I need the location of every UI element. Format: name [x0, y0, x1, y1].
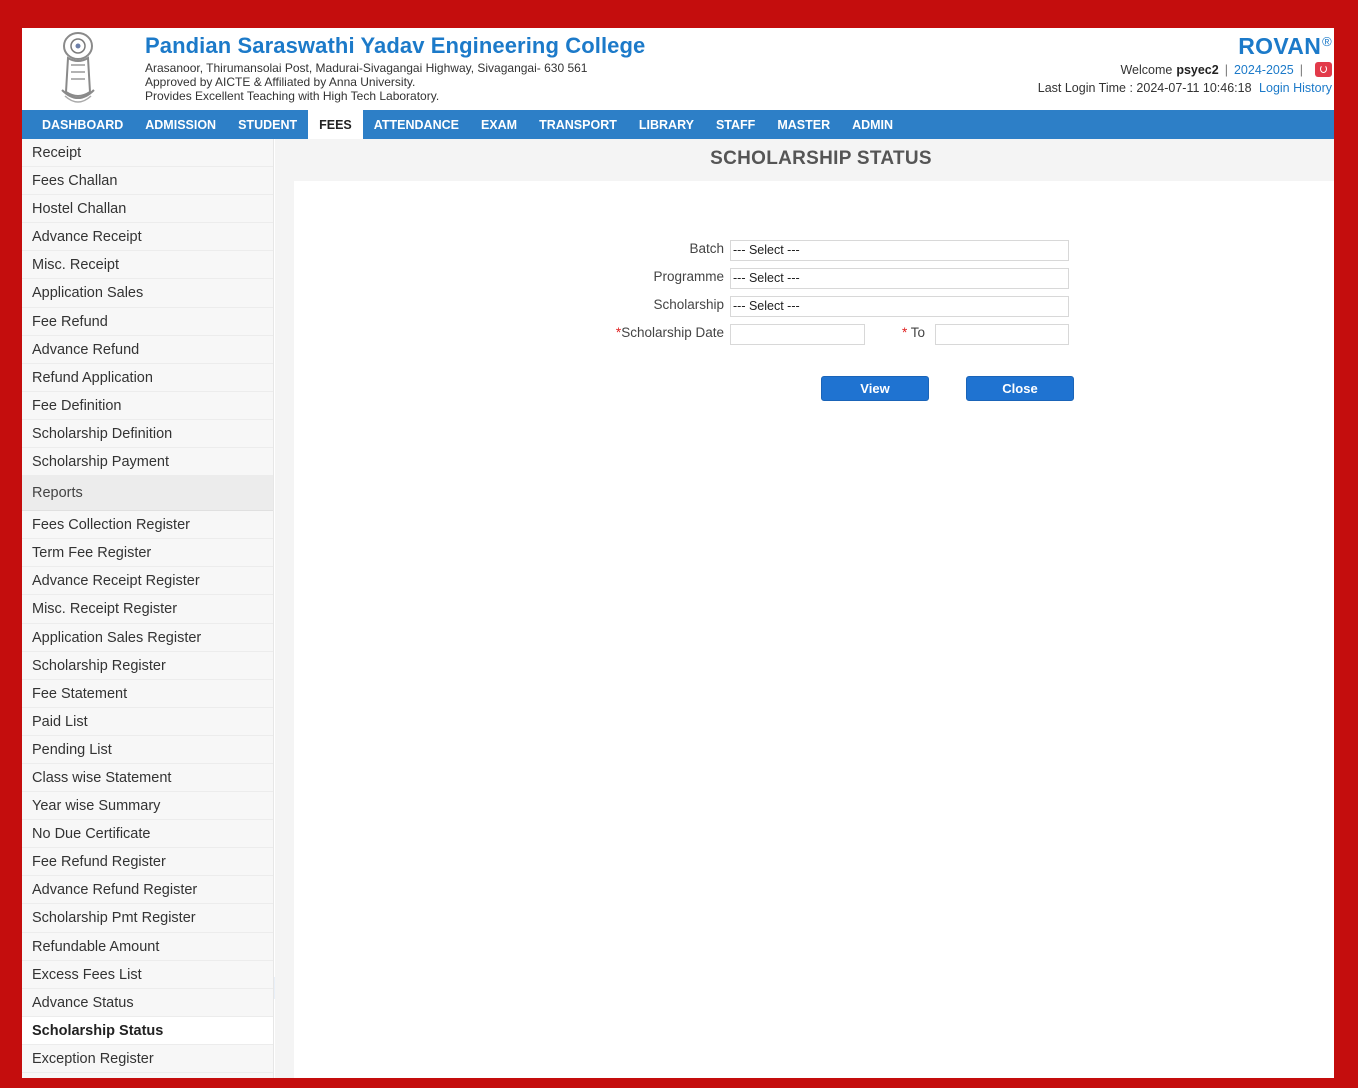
- power-icon[interactable]: [1315, 62, 1332, 77]
- form-panel: Batch --- Select --- Programme --- Selec…: [294, 181, 1334, 1078]
- app-window: Pandian Saraswathi Yadav Engineering Col…: [22, 28, 1334, 1078]
- nav-fees[interactable]: FEES: [308, 110, 363, 139]
- nav-transport[interactable]: TRANSPORT: [528, 110, 628, 139]
- welcome-label: Welcome: [1120, 62, 1173, 77]
- scholarship-date-label-text: Scholarship Date: [621, 325, 724, 340]
- nav-dashboard[interactable]: DASHBOARD: [31, 110, 134, 139]
- sidebar-item-advance-receipt[interactable]: Advance Receipt: [22, 223, 273, 252]
- nav-attendance[interactable]: ATTENDANCE: [363, 110, 470, 139]
- programme-label: Programme: [653, 269, 724, 284]
- college-tagline: Provides Excellent Teaching with High Te…: [145, 89, 440, 103]
- academic-year-link[interactable]: 2024-2025: [1234, 63, 1294, 77]
- sidebar-item-hostel-challan[interactable]: Hostel Challan: [22, 195, 273, 224]
- sidebar-item-class-wise-statement[interactable]: Class wise Statement: [22, 764, 273, 793]
- batch-select[interactable]: --- Select ---: [730, 240, 1069, 261]
- scholarship-date-label: *Scholarship Date: [616, 325, 724, 340]
- nav-staff[interactable]: STAFF: [705, 110, 766, 139]
- sidebar-item-refund-application[interactable]: Refund Application: [22, 364, 273, 392]
- sidebar: Receipt Fees Challan Hostel Challan Adva…: [22, 139, 274, 1078]
- username: psyec2: [1176, 62, 1219, 77]
- college-name: Pandian Saraswathi Yadav Engineering Col…: [145, 33, 646, 58]
- brand-name: ROVAN: [1238, 33, 1322, 59]
- brand-logo: ROVAN®: [1238, 33, 1332, 60]
- sidebar-item-scholarship-definition[interactable]: Scholarship Definition: [22, 420, 273, 449]
- college-emblem-icon: [61, 32, 95, 103]
- sidebar-item-receipt[interactable]: Receipt: [22, 139, 273, 168]
- sidebar-item-advance-refund[interactable]: Advance Refund: [22, 336, 273, 364]
- sidebar-item-advance-status[interactable]: Advance Status: [22, 989, 273, 1017]
- sidebar-item-scholarship-payment[interactable]: Scholarship Payment: [22, 448, 273, 477]
- login-history-link[interactable]: Login History: [1259, 81, 1332, 95]
- college-affiliation: Approved by AICTE & Affiliated by Anna U…: [145, 75, 416, 89]
- main-nav: DASHBOARD ADMISSION STUDENT FEES ATTENDA…: [22, 110, 1334, 139]
- registered-mark: ®: [1322, 34, 1332, 49]
- sidebar-item-exception-register[interactable]: Exception Register: [22, 1045, 273, 1073]
- scholarship-date-to-input[interactable]: [935, 324, 1069, 345]
- required-mark: *: [902, 325, 908, 340]
- sidebar-item-advance-refund-register[interactable]: Advance Refund Register: [22, 876, 273, 905]
- page-title: SCHOLARSHIP STATUS: [710, 148, 932, 169]
- sidebar-section-reports: Reports: [22, 476, 273, 512]
- sidebar-item-pending-list[interactable]: Pending List: [22, 736, 273, 764]
- view-button[interactable]: View: [821, 376, 929, 401]
- sidebar-item-scholarship-pmt-register[interactable]: Scholarship Pmt Register: [22, 904, 273, 933]
- sidebar-item-advance-receipt-register[interactable]: Advance Receipt Register: [22, 567, 273, 596]
- welcome-row: Welcome psyec2 | 2024-2025 |: [1120, 62, 1332, 77]
- scholarship-select[interactable]: --- Select ---: [730, 296, 1069, 317]
- sidebar-item-fee-refund-register[interactable]: Fee Refund Register: [22, 848, 273, 877]
- page-header: Pandian Saraswathi Yadav Engineering Col…: [22, 28, 1334, 110]
- separator: |: [1299, 62, 1303, 77]
- main-content: SCHOLARSHIP STATUS Batch --- Select --- …: [275, 139, 1334, 1078]
- sidebar-item-application-sales-register[interactable]: Application Sales Register: [22, 624, 273, 652]
- sidebar-item-paid-list[interactable]: Paid List: [22, 708, 273, 736]
- sidebar-item-fees-collection-register[interactable]: Fees Collection Register: [22, 511, 273, 540]
- sidebar-item-scholarship-status[interactable]: Scholarship Status: [22, 1016, 273, 1045]
- sidebar-item-excess-fees-list[interactable]: Excess Fees List: [22, 961, 273, 989]
- sidebar-item-refundable-amount[interactable]: Refundable Amount: [22, 933, 273, 961]
- close-button[interactable]: Close: [966, 376, 1074, 401]
- last-login-row: Last Login Time : 2024-07-11 10:46:18 Lo…: [1038, 81, 1332, 95]
- sidebar-item-term-fee-register[interactable]: Term Fee Register: [22, 539, 273, 568]
- nav-exam[interactable]: EXAM: [470, 110, 528, 139]
- sidebar-item-fee-definition[interactable]: Fee Definition: [22, 392, 273, 420]
- last-login-time: Last Login Time : 2024-07-11 10:46:18: [1037, 81, 1252, 95]
- nav-admin[interactable]: ADMIN: [841, 110, 904, 139]
- to-date-label-text: To: [910, 325, 926, 340]
- sidebar-item-fee-statement[interactable]: Fee Statement: [22, 680, 273, 708]
- nav-student[interactable]: STUDENT: [227, 110, 308, 139]
- programme-select[interactable]: --- Select ---: [730, 268, 1069, 289]
- scholarship-date-from-input[interactable]: [730, 324, 865, 345]
- sidebar-item-scholarship-register[interactable]: Scholarship Register: [22, 652, 273, 680]
- sidebar-item-misc-receipt[interactable]: Misc. Receipt: [22, 251, 273, 280]
- sidebar-item-fee-refund[interactable]: Fee Refund: [22, 308, 273, 336]
- nav-library[interactable]: LIBRARY: [628, 110, 705, 139]
- sidebar-item-year-wise-summary[interactable]: Year wise Summary: [22, 792, 273, 821]
- nav-admission[interactable]: ADMISSION: [134, 110, 227, 139]
- sidebar-item-no-due-certificate[interactable]: No Due Certificate: [22, 820, 273, 849]
- scholarship-label: Scholarship: [653, 297, 724, 312]
- sidebar-item-application-sales[interactable]: Application Sales: [22, 279, 273, 308]
- nav-master[interactable]: MASTER: [766, 110, 841, 139]
- batch-label: Batch: [689, 241, 724, 256]
- sidebar-item-fees-challan[interactable]: Fees Challan: [22, 167, 273, 196]
- sidebar-item-misc-receipt-register[interactable]: Misc. Receipt Register: [22, 595, 273, 624]
- college-address: Arasanoor, Thirumansolai Post, Madurai-S…: [145, 61, 588, 75]
- to-date-label: * To: [902, 325, 925, 340]
- separator: |: [1224, 62, 1228, 77]
